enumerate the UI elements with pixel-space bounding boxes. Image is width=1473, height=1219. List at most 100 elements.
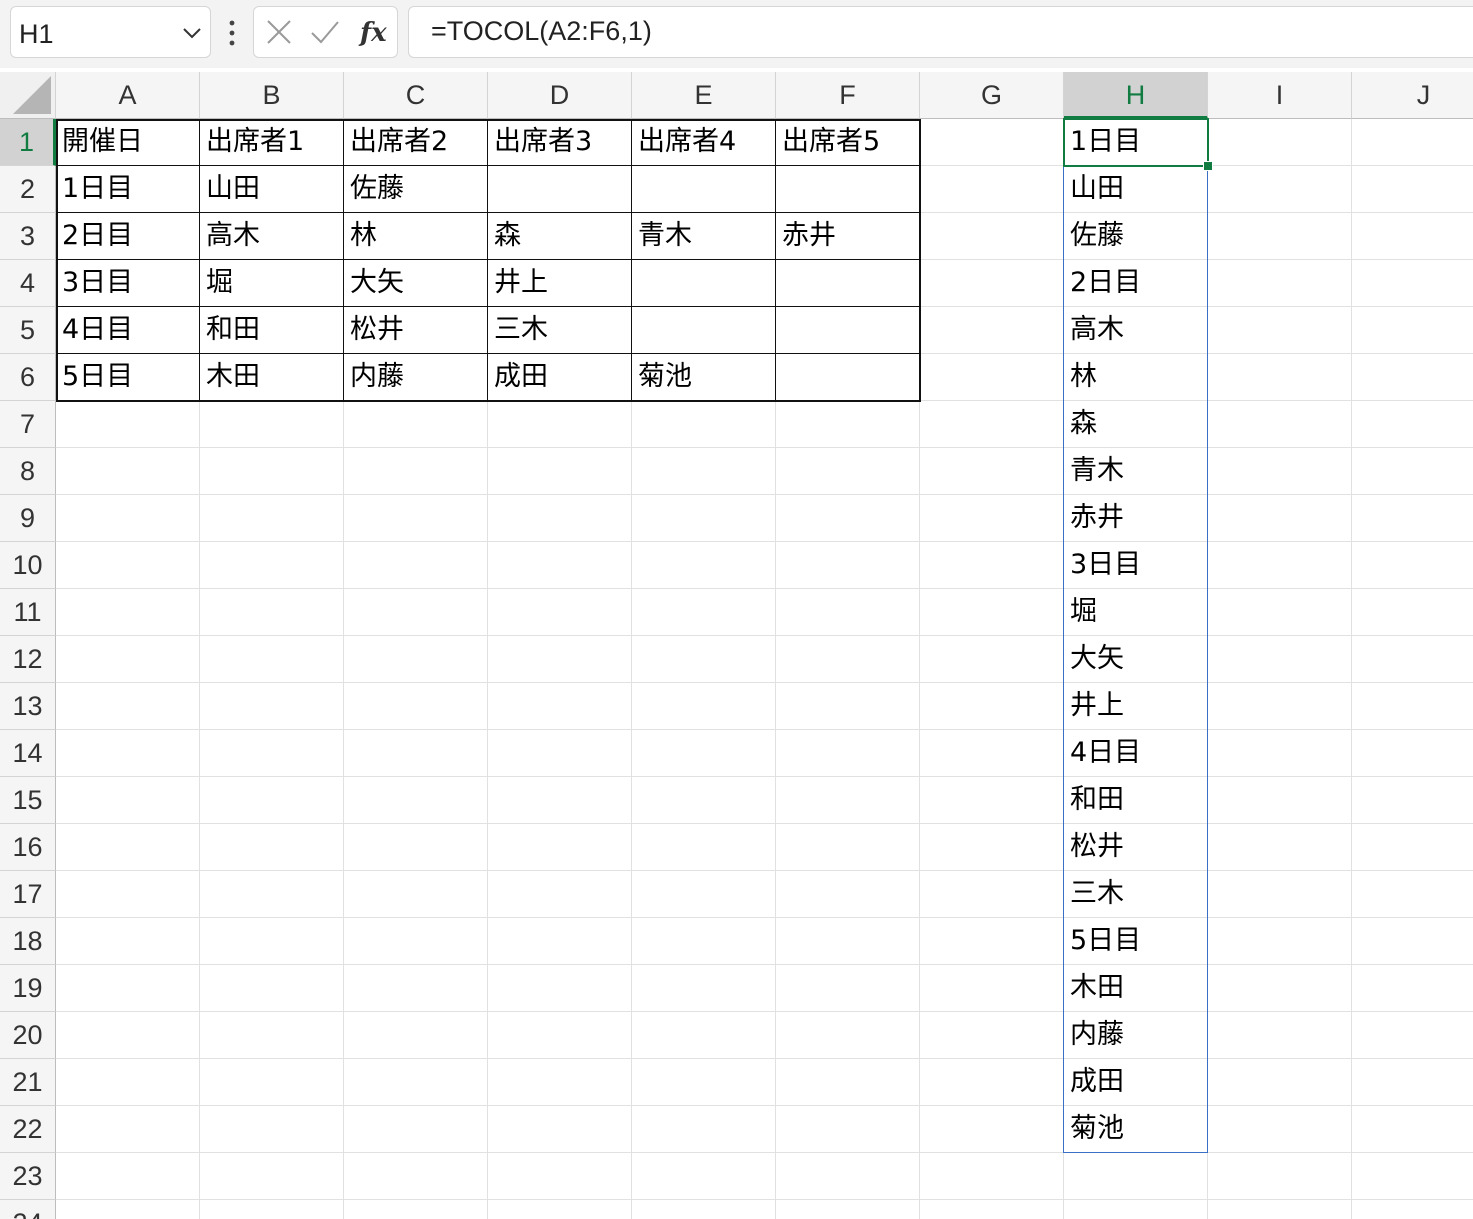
table-cell[interactable]: 出席者1 <box>200 119 344 166</box>
cell[interactable] <box>488 448 632 495</box>
cell[interactable] <box>776 448 920 495</box>
cell[interactable] <box>1352 354 1473 401</box>
cell[interactable] <box>776 260 920 307</box>
row-header-17[interactable]: 17 <box>0 871 56 918</box>
cell[interactable] <box>344 730 488 777</box>
cell[interactable] <box>1208 1012 1352 1059</box>
cell[interactable] <box>1208 636 1352 683</box>
cell[interactable] <box>1352 1200 1473 1219</box>
spill-cell[interactable]: 青木 <box>1064 448 1208 495</box>
cell[interactable] <box>920 1059 1064 1106</box>
cell[interactable] <box>56 589 200 636</box>
cell[interactable] <box>1352 307 1473 354</box>
cell[interactable] <box>200 683 344 730</box>
row-header-23[interactable]: 23 <box>0 1153 56 1200</box>
cell[interactable] <box>488 730 632 777</box>
table-cell[interactable]: 森 <box>488 213 632 260</box>
cell[interactable] <box>56 777 200 824</box>
check-icon[interactable] <box>310 17 340 47</box>
column-header-b[interactable]: B <box>200 72 344 119</box>
cell[interactable] <box>344 589 488 636</box>
cell[interactable] <box>56 730 200 777</box>
column-header-f[interactable]: F <box>776 72 920 119</box>
cell[interactable] <box>56 401 200 448</box>
cell[interactable] <box>920 636 1064 683</box>
spill-cell[interactable]: 赤井 <box>1064 495 1208 542</box>
row-header-10[interactable]: 10 <box>0 542 56 589</box>
column-header-h[interactable]: H <box>1064 72 1208 119</box>
spill-cell[interactable]: 松井 <box>1064 824 1208 871</box>
worksheet-grid[interactable]: A B C D E F G H I J 1 2 3 4 5 6 7 8 9 10 11 12 13 14 15 16 17 18 19 2… <box>0 72 1473 1219</box>
cell[interactable] <box>200 777 344 824</box>
cell[interactable] <box>776 1059 920 1106</box>
cell[interactable] <box>1208 354 1352 401</box>
cell[interactable] <box>200 1106 344 1153</box>
cell[interactable] <box>1208 1059 1352 1106</box>
spill-cell[interactable]: 4日目 <box>1064 730 1208 777</box>
cell[interactable] <box>488 871 632 918</box>
cell[interactable] <box>1208 1106 1352 1153</box>
cell[interactable] <box>632 166 776 213</box>
column-header-a[interactable]: A <box>56 72 200 119</box>
cell[interactable] <box>200 1012 344 1059</box>
cell[interactable] <box>632 636 776 683</box>
cell[interactable] <box>488 542 632 589</box>
cell[interactable] <box>1064 1153 1208 1200</box>
cell[interactable] <box>344 965 488 1012</box>
cell[interactable] <box>344 918 488 965</box>
column-header-i[interactable]: I <box>1208 72 1352 119</box>
cell[interactable] <box>1352 918 1473 965</box>
cell[interactable] <box>1352 401 1473 448</box>
row-header-21[interactable]: 21 <box>0 1059 56 1106</box>
spill-cell[interactable]: 井上 <box>1064 683 1208 730</box>
table-cell[interactable]: 5日目 <box>56 354 200 401</box>
table-cell[interactable]: 高木 <box>200 213 344 260</box>
cell[interactable] <box>344 1059 488 1106</box>
cell[interactable] <box>200 824 344 871</box>
spill-cell[interactable]: 三木 <box>1064 871 1208 918</box>
cell[interactable] <box>920 589 1064 636</box>
cell[interactable] <box>776 354 920 401</box>
row-header-15[interactable]: 15 <box>0 777 56 824</box>
cell[interactable] <box>632 871 776 918</box>
cell[interactable] <box>488 918 632 965</box>
formula-input[interactable]: =TOCOL(A2:F6,1) <box>408 6 1473 58</box>
row-header-2[interactable]: 2 <box>0 166 56 213</box>
cell[interactable] <box>1352 213 1473 260</box>
cell[interactable] <box>1208 777 1352 824</box>
table-cell[interactable]: 大矢 <box>344 260 488 307</box>
row-header-16[interactable]: 16 <box>0 824 56 871</box>
cell[interactable] <box>920 495 1064 542</box>
cell[interactable] <box>1208 965 1352 1012</box>
row-header-3[interactable]: 3 <box>0 213 56 260</box>
table-cell[interactable]: 2日目 <box>56 213 200 260</box>
spill-cell[interactable]: 佐藤 <box>1064 213 1208 260</box>
cell[interactable] <box>56 1106 200 1153</box>
cell[interactable] <box>200 401 344 448</box>
spill-cell[interactable]: 山田 <box>1064 166 1208 213</box>
row-header-12[interactable]: 12 <box>0 636 56 683</box>
cell[interactable] <box>200 495 344 542</box>
cell[interactable] <box>632 1153 776 1200</box>
cell[interactable] <box>344 1200 488 1219</box>
cell[interactable] <box>632 260 776 307</box>
cell[interactable] <box>920 166 1064 213</box>
column-header-g[interactable]: G <box>920 72 1064 119</box>
row-header-4[interactable]: 4 <box>0 260 56 307</box>
table-cell[interactable]: 青木 <box>632 213 776 260</box>
spill-cell[interactable]: 内藤 <box>1064 1012 1208 1059</box>
cell[interactable] <box>488 1200 632 1219</box>
cell[interactable] <box>920 119 1064 166</box>
cell[interactable] <box>920 871 1064 918</box>
row-header-5[interactable]: 5 <box>0 307 56 354</box>
cell[interactable] <box>1208 683 1352 730</box>
cell[interactable] <box>1064 1200 1208 1219</box>
cell[interactable] <box>632 448 776 495</box>
cell[interactable] <box>776 730 920 777</box>
cell[interactable] <box>344 1106 488 1153</box>
cell[interactable] <box>1208 260 1352 307</box>
cell[interactable] <box>344 824 488 871</box>
column-header-e[interactable]: E <box>632 72 776 119</box>
cell[interactable] <box>200 636 344 683</box>
spill-cell[interactable]: 1日目 <box>1064 119 1208 166</box>
